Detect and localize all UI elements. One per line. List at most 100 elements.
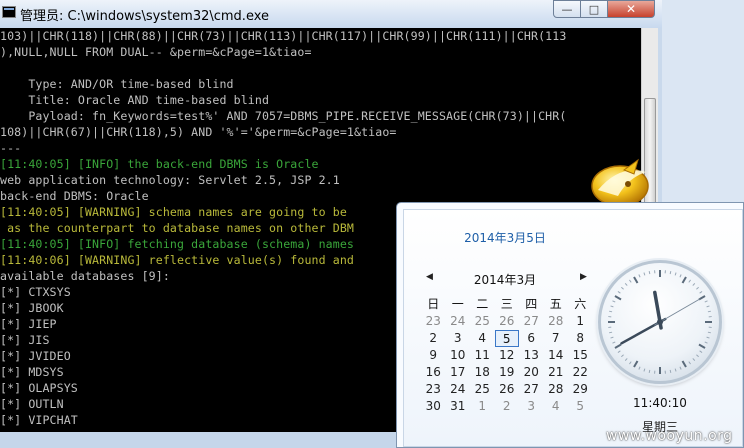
clock-tick [648,271,651,275]
long-date-link[interactable]: 2014年3月5日 [404,229,606,246]
calendar-day[interactable]: 31 [446,398,471,415]
calendar-day[interactable]: 25 [470,313,495,330]
console-line: Title: Oracle AND time-based blind [0,93,270,107]
calendar-day[interactable]: 26 [495,313,520,330]
calendar-day-today[interactable]: 5 [494,330,519,347]
calendar-day[interactable]: 1 [568,313,593,330]
calendar-day[interactable]: 11 [470,347,495,364]
clock-tick [704,300,708,303]
clock-tick [609,310,613,313]
clock-tick [696,354,699,358]
calendar-day[interactable]: 5 [568,398,593,415]
calendar-day[interactable]: 23 [421,381,446,398]
clock-tick [681,276,687,284]
calendar-month-label[interactable]: 2014年3月 [404,271,606,288]
clock-tick [617,350,621,353]
calendar-day[interactable]: 9 [421,347,446,364]
calendar-day[interactable]: 27 [519,313,544,330]
calendar-day[interactable]: 20 [519,364,544,381]
calendar-day[interactable]: 1 [470,398,495,415]
clock-tick [674,272,677,276]
weekday-header: 日 [427,297,440,311]
clock-tick [610,336,614,339]
clock-tick [609,331,613,334]
close-button[interactable]: ✕ [607,0,655,18]
calendar-day[interactable]: 8 [568,330,593,347]
clock-tick [696,286,699,290]
clock-tick [624,283,628,286]
clock-tick [633,360,639,368]
clock-tick [612,300,616,303]
mascot-icon [591,158,649,207]
calendar-day[interactable]: 14 [544,347,569,364]
next-month-icon[interactable]: ▶ [580,272,587,282]
calendar-day[interactable]: 22 [568,364,593,381]
console-line: --- [0,141,22,155]
calendar-day[interactable]: 15 [568,347,593,364]
clock-tick [612,341,616,344]
calendar-day[interactable]: 27 [519,381,544,398]
clock-tick [648,369,651,373]
title-bar[interactable]: 管理员: C:\windows\system32\cmd.exe — □ ✕ [0,0,662,28]
console-line: Payload: fn_Keywords=test%' AND 7057=DBM… [0,109,567,123]
clock-tick [706,305,710,308]
weekday-header: 二 [476,297,489,311]
clock-tick [643,272,646,276]
calendar-day[interactable]: 10 [446,347,471,364]
clock-tick [699,291,703,294]
calendar-day[interactable]: 17 [446,364,471,381]
calendar-day[interactable]: 2 [495,398,520,415]
calendar-day[interactable]: 24 [446,313,471,330]
window-title: 管理员: C:\windows\system32\cmd.exe [20,9,269,24]
console-line: Type: AND/OR time-based blind [0,77,234,91]
calendar-day[interactable]: 16 [421,364,446,381]
weekday-header: 四 [525,297,538,311]
calendar-day[interactable]: 18 [470,364,495,381]
clock-tick [669,271,672,275]
calendar-day[interactable]: 19 [495,364,520,381]
calendar-day[interactable]: 2 [421,330,446,347]
minimize-button[interactable]: — [553,0,581,18]
clock-tick [679,366,682,370]
calendar-day[interactable]: 24 [446,381,471,398]
clock-tick [688,279,691,283]
clock-tick [624,358,628,361]
calendar-day[interactable]: 28 [544,313,569,330]
calendar-day[interactable]: 29 [568,381,593,398]
clock-tick [688,361,691,365]
calendar-day[interactable]: 7 [544,330,569,347]
clock-tick [692,283,696,286]
console-line: 103)||CHR(118)||CHR(88)||CHR(73)||CHR(11… [0,29,567,43]
calendar-day[interactable]: 25 [470,381,495,398]
clock-tick [643,368,646,372]
weekday-header: 三 [500,297,513,311]
console-line: 108)||CHR(67)||CHR(118),5) AND '%'='&per… [0,125,397,139]
analog-clock [598,260,722,384]
clock-tick [674,368,677,372]
clock-tick [629,361,632,365]
cmd-icon[interactable] [2,6,16,18]
clock-face-icon [608,270,712,374]
calendar-day[interactable]: 6 [519,330,544,347]
calendar-day[interactable]: 28 [544,381,569,398]
clock-calendar-flyout: 2014年3月5日 ◀ 2014年3月 ▶ 日一二三四五六 23 24 25 26 27 2… [396,202,744,448]
maximize-icon: □ [588,2,600,16]
calendar-day[interactable]: 3 [519,398,544,415]
calendar-day[interactable]: 12 [495,347,520,364]
clock-tick [621,354,624,358]
calendar-day[interactable]: 23 [421,313,446,330]
clock-tick [707,310,711,313]
calendar-day[interactable]: 26 [495,381,520,398]
console-line: ),NULL,NULL FROM DUAL-- &perm=&cPage=1&t… [0,45,312,59]
calendar-day[interactable]: 3 [446,330,471,347]
maximize-button[interactable]: □ [580,0,608,18]
calendar-day[interactable]: 4 [544,398,569,415]
clock-tick [638,366,641,370]
calendar-day[interactable]: 4 [470,330,495,347]
clock-center [657,319,663,325]
calendar-day[interactable]: 21 [544,364,569,381]
calendar-day[interactable]: 13 [519,347,544,364]
calendar-day[interactable]: 30 [421,398,446,415]
close-icon: ✕ [625,2,637,16]
